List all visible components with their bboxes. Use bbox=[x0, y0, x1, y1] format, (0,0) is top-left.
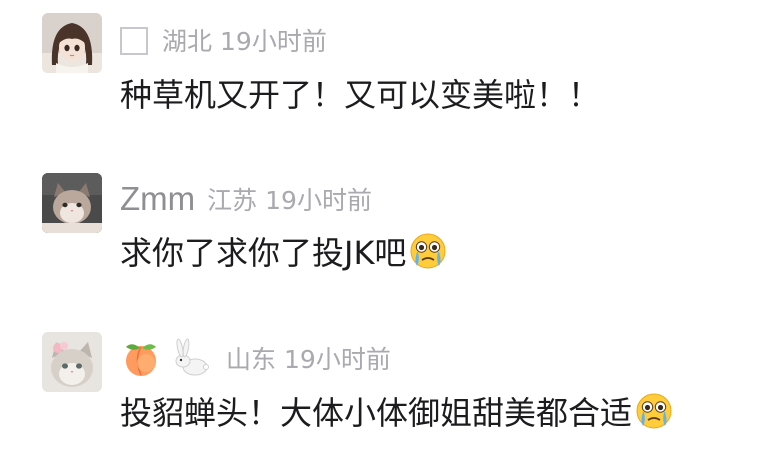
cat-avatar-icon bbox=[42, 173, 102, 233]
comment-text-row: 种草机又开了！又可以变美啦！！ bbox=[120, 70, 600, 116]
anime-girl-avatar-icon bbox=[42, 13, 102, 73]
avatar[interactable] bbox=[42, 13, 102, 73]
comment-time: 19小时前 bbox=[265, 186, 372, 215]
comment-location: 江苏 bbox=[207, 186, 258, 215]
comment-item: Zmm 江苏 19小时前 求你了求你了投JK吧 bbox=[0, 140, 769, 300]
comment-text: 投貂蝉头！大体小体御姐甜美都合适 bbox=[120, 394, 633, 432]
comment-text-row: 求你了求你了投JK吧 bbox=[120, 228, 448, 274]
comment-username[interactable]: Zmm bbox=[120, 180, 195, 218]
comment-time: 19小时前 bbox=[220, 27, 327, 56]
cat-with-bow-avatar-icon bbox=[42, 332, 102, 392]
rabbit-emoji-icon bbox=[170, 337, 212, 379]
avatar[interactable] bbox=[42, 173, 102, 233]
crying-face-emoji-icon bbox=[408, 231, 448, 271]
crying-face-emoji-icon bbox=[634, 391, 674, 431]
comment-item: 湖北 19小时前 种草机又开了！又可以变美啦！！ bbox=[0, 0, 769, 140]
comment-text-row: 投貂蝉头！大体小体御姐甜美都合适 bbox=[120, 388, 674, 434]
peach-emoji-icon bbox=[120, 337, 162, 379]
empty-glyph-icon bbox=[120, 27, 148, 55]
comment-location: 湖北 bbox=[162, 27, 213, 56]
comment-text: 求你了求你了投JK吧 bbox=[120, 234, 407, 272]
comment-time: 19小时前 bbox=[284, 345, 391, 374]
comment-location: 山东 bbox=[226, 345, 277, 374]
comment-item: 山东 19小时前 投貂蝉头！大体小体御姐甜美都合适 bbox=[0, 300, 769, 468]
comment-text: 种草机又开了！又可以变美啦！！ bbox=[120, 76, 601, 114]
avatar[interactable] bbox=[42, 332, 102, 392]
